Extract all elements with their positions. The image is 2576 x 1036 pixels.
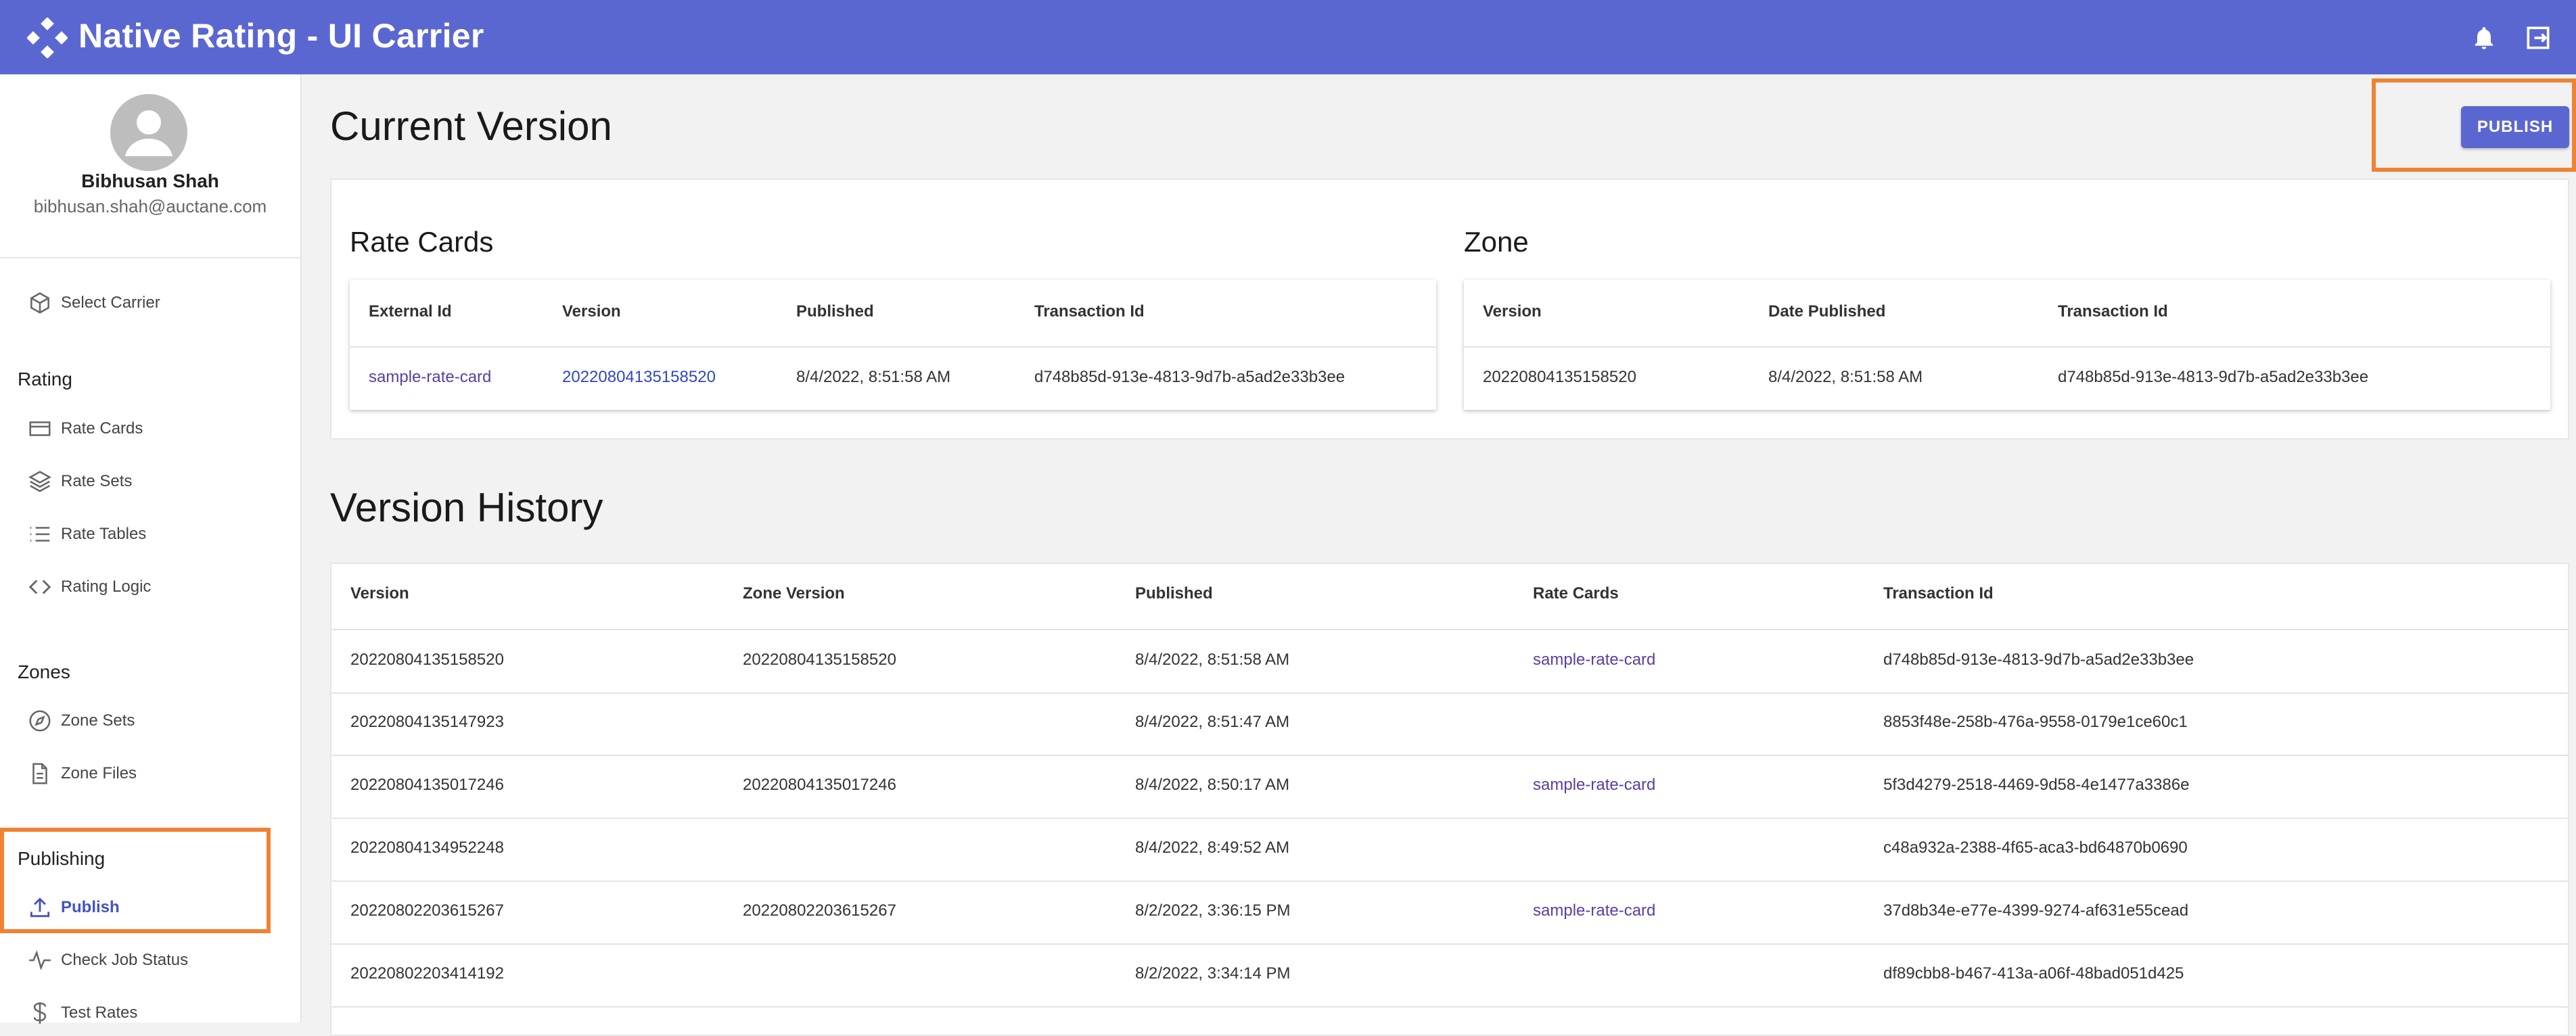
column-header[interactable]: Transaction Id <box>1034 302 1145 321</box>
published-cell: 8/4/2022, 8:49:52 AM <box>1135 839 1290 857</box>
divider <box>331 880 2568 882</box>
transaction-id-cell: 5f3d4279-2518-4469-9d58-4e1477a3386e <box>1883 776 2190 794</box>
published-cell: 8/4/2022, 8:51:47 AM <box>1135 713 1290 731</box>
published-cell: 8/4/2022, 8:51:58 AM <box>1135 651 1290 669</box>
dollar-icon <box>33 1002 47 1024</box>
publish-button[interactable]: PUBLISH <box>2461 106 2569 148</box>
compass-icon <box>29 710 51 732</box>
transaction-id-cell: 8853f48e-258b-476a-9558-0179e1ce60c1 <box>1883 713 2188 731</box>
zone-table: Version Date Published Transaction Id 20… <box>1464 280 2550 410</box>
section-title-zones: Zones <box>18 661 70 682</box>
logout-icon[interactable] <box>2523 23 2553 53</box>
column-header[interactable]: Published <box>796 302 874 321</box>
layers-icon <box>28 471 51 492</box>
rate-cards-title: Rate Cards <box>350 226 494 258</box>
version-history-table: Version Zone Version Published Rate Card… <box>330 563 2569 1036</box>
sidebar-item-label: Select Carrier <box>61 293 160 312</box>
app-title: Native Rating - UI Carrier <box>78 17 484 55</box>
zone-version-cell: 20220802203615267 <box>743 901 896 920</box>
published-cell: 8/2/2022, 3:36:15 PM <box>1135 901 1291 920</box>
rate-card-link[interactable]: sample-rate-card <box>369 368 491 387</box>
version-history-title: Version History <box>330 485 603 530</box>
version-cell: 20220804135158520 <box>1483 368 1636 386</box>
file-icon <box>32 763 47 784</box>
sidebar-item-zone-sets[interactable]: Zone Sets <box>27 701 135 741</box>
version-cell: 20220802203615267 <box>350 901 504 920</box>
user-email: bibhusan.shah@auctane.com <box>33 196 267 216</box>
date-published-cell: 8/4/2022, 8:51:58 AM <box>1768 368 1923 386</box>
app-logo-icon <box>27 18 68 58</box>
column-header[interactable]: Date Published <box>1768 302 1885 321</box>
column-header[interactable]: Published <box>1135 584 1213 603</box>
zone-version-cell: 20220804135017246 <box>743 776 896 794</box>
published-cell: 8/4/2022, 8:50:17 AM <box>1135 776 1290 794</box>
version-cell: 20220802203414192 <box>350 964 504 983</box>
column-header[interactable]: Version <box>562 302 621 321</box>
divider <box>331 1006 2568 1008</box>
rate-card-link[interactable]: sample-rate-card <box>1533 901 1655 920</box>
transaction-id-cell: d748b85d-913e-4813-9d7b-a5ad2e33b3ee <box>1883 651 2194 669</box>
highlight-publishing <box>0 828 271 933</box>
sidebar-divider <box>0 257 300 258</box>
divider <box>350 346 1436 348</box>
list-icon <box>30 527 50 542</box>
divider <box>331 755 2568 756</box>
app-bar: Native Rating - UI Carrier <box>0 0 2576 74</box>
version-cell: 20220804135158520 <box>350 651 504 669</box>
sidebar-item-label: Zone Files <box>61 764 137 782</box>
rate-card-link[interactable]: sample-rate-card <box>1533 776 1655 795</box>
divider <box>331 943 2568 945</box>
section-title-rating: Rating <box>18 369 72 390</box>
transaction-id-cell: df89cbb8-b467-413a-a06f-48bad051d425 <box>1883 964 2184 983</box>
published-cell: 8/2/2022, 3:34:14 PM <box>1135 964 1291 983</box>
published-cell: 8/4/2022, 8:51:58 AM <box>796 368 951 386</box>
sidebar-item-test-rates[interactable]: Test Rates <box>27 993 137 1033</box>
user-name: Bibhusan Shah <box>81 170 219 191</box>
sidebar-item-rating-logic[interactable]: Rating Logic <box>27 567 151 607</box>
column-header[interactable]: External Id <box>369 302 452 321</box>
avatar[interactable] <box>110 94 187 171</box>
rate-cards-table: External Id Version Published Transactio… <box>350 280 1436 410</box>
bell-icon[interactable] <box>2470 24 2498 51</box>
credit-card-icon <box>29 421 51 436</box>
column-header[interactable]: Version <box>350 584 409 603</box>
transaction-id-cell: d748b85d-913e-4813-9d7b-a5ad2e33b3ee <box>1034 368 1346 386</box>
transaction-id-cell: 37d8b34e-e77e-4399-9274-af631e55cead <box>1883 901 2189 920</box>
sidebar-item-rate-sets[interactable]: Rate Sets <box>27 461 132 502</box>
current-version-title: Current Version <box>330 103 612 149</box>
transaction-id-cell: d748b85d-913e-4813-9d7b-a5ad2e33b3ee <box>2058 368 2369 386</box>
version-link[interactable]: 20220804135158520 <box>562 368 716 387</box>
divider <box>331 692 2568 694</box>
sidebar-item-label: Rating Logic <box>61 578 152 596</box>
sidebar-item-zone-files[interactable]: Zone Files <box>27 753 137 794</box>
column-header[interactable]: Rate Cards <box>1533 584 1619 603</box>
code-icon <box>28 580 51 594</box>
sidebar-item-label: Rate Tables <box>61 525 147 543</box>
sidebar-item-rate-tables[interactable]: Rate Tables <box>27 514 146 555</box>
sidebar-item-label: Check Job Status <box>61 951 189 969</box>
column-header[interactable]: Zone Version <box>743 584 845 603</box>
sidebar-item-rate-cards[interactable]: Rate Cards <box>27 408 143 449</box>
sidebar-item-label: Rate Sets <box>61 472 133 490</box>
zone-title: Zone <box>1464 226 1529 258</box>
sidebar-item-check-job-status[interactable]: Check Job Status <box>27 940 188 981</box>
version-cell: 20220804134952248 <box>350 839 504 857</box>
column-header[interactable]: Transaction Id <box>2058 302 2168 321</box>
divider <box>331 818 2568 819</box>
sidebar-item-label: Zone Sets <box>61 711 135 730</box>
divider <box>1464 346 2550 348</box>
transaction-id-cell: c48a932a-2388-4f65-aca3-bd64870b0690 <box>1883 839 2188 857</box>
version-cell: 20220804135147923 <box>350 713 504 731</box>
rate-card-link[interactable]: sample-rate-card <box>1533 651 1655 669</box>
package-icon <box>30 292 49 314</box>
version-cell: 20220804135017246 <box>350 776 504 794</box>
activity-icon <box>29 950 51 970</box>
sidebar-item-select-carrier[interactable]: Select Carrier <box>27 283 160 323</box>
sidebar-item-label: Test Rates <box>61 1004 138 1022</box>
sidebar-item-label: Rate Cards <box>61 419 143 438</box>
column-header[interactable]: Transaction Id <box>1883 584 1994 603</box>
column-header[interactable]: Version <box>1483 302 1542 321</box>
divider <box>331 629 2568 630</box>
zone-version-cell: 20220804135158520 <box>743 651 896 669</box>
